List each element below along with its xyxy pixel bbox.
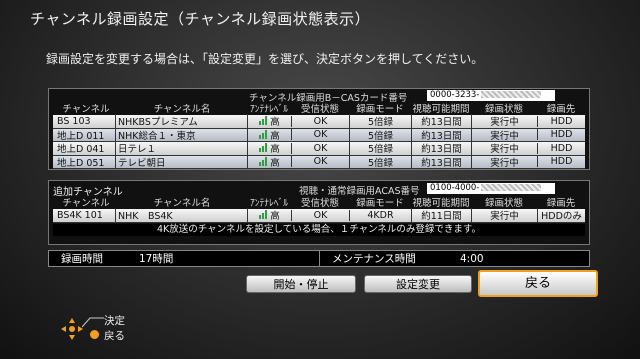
info-bar: 録画時間 17時間 メンテナンス時間 4:00 — [48, 250, 590, 267]
reception-status: OK — [291, 209, 349, 221]
rec-dest: HDD — [537, 142, 585, 154]
channel-name: NHKBSプレミアム — [115, 114, 247, 129]
col-antenna-level: ｱﾝﾃﾅﾚﾍﾞﾙ — [249, 104, 288, 115]
recording-time: 録画時間 17時間 — [49, 251, 319, 266]
back-key-icon — [90, 330, 99, 339]
col-rec-mode: 録画モード — [356, 104, 404, 115]
rec-dest: HDD — [537, 115, 585, 127]
reception-status: OK — [291, 115, 349, 127]
signal-bars-icon — [259, 116, 268, 126]
channel-name: NHK BS4K — [115, 208, 247, 223]
reception-status: OK — [291, 142, 349, 154]
reception-status: OK — [291, 156, 349, 168]
maint-label: メンテナンス時間 — [332, 253, 416, 265]
rec-status: 実行中 — [471, 114, 537, 129]
rec-time-value: 17時間 — [139, 253, 174, 265]
rec-status: 実行中 — [471, 154, 537, 169]
rec-time-label: 録画時間 — [61, 253, 103, 265]
table-row[interactable]: BS 103 NHKBSプレミアム 高 OK 5倍録 約13日間 実行中 HDD — [53, 114, 585, 129]
channel-number: 地上D 011 — [57, 130, 105, 142]
channel-number: 地上D 041 — [57, 144, 105, 156]
maint-value: 4:00 — [460, 252, 484, 265]
rec-mode: 5倍録 — [349, 114, 411, 129]
antenna-level: 高 — [247, 114, 291, 129]
col-channel-name: チャンネル名 — [153, 198, 211, 209]
channel-number: BS4K 101 — [57, 209, 103, 221]
col-channel: チャンネル — [62, 198, 110, 209]
rec-mode: 5倍録 — [349, 127, 411, 142]
masked-digits — [481, 91, 542, 98]
col-rec-status: 録画状態 — [484, 198, 523, 209]
table-header: チャンネル チャンネル名 ｱﾝﾃﾅﾚﾍﾞﾙ 受信状態 録画モード 視聴可能期間 … — [53, 196, 585, 209]
antenna-level: 高 — [247, 127, 291, 142]
acas-number: 0100-4000- — [427, 183, 555, 194]
rec-status: 実行中 — [471, 141, 537, 156]
maintenance-time: メンテナンス時間 4:00 — [319, 251, 589, 266]
dpad-icon — [61, 318, 83, 340]
additional-channel-table: 追加チャンネル 視聴・通常録画用ACAS番号 0100-4000- チャンネル … — [48, 180, 590, 245]
back-button[interactable]: 戻る — [478, 270, 598, 297]
col-view-period: 視聴可能期間 — [412, 104, 470, 115]
col-rec-dest: 録画先 — [546, 198, 576, 209]
confirm-label: 決定 — [104, 315, 125, 327]
col-reception: 受信状態 — [300, 104, 339, 115]
4k-note: 4K放送のチャンネルを設定している場合、１チャンネルのみ登録できます。 — [53, 224, 585, 236]
col-antenna-level: ｱﾝﾃﾅﾚﾍﾞﾙ — [249, 198, 288, 209]
col-channel-name: チャンネル名 — [153, 104, 211, 115]
col-rec-status: 録画状態 — [484, 104, 523, 115]
antenna-level: 高 — [247, 154, 291, 169]
channel-number: BS 103 — [57, 115, 91, 127]
table-row[interactable]: BS4K 101 NHK BS4K 高 OK 4KDR 約11日間 実行中 HD… — [53, 208, 585, 223]
table-header: チャンネル チャンネル名 ｱﾝﾃﾅﾚﾍﾞﾙ 受信状態 録画モード 視聴可能期間 … — [53, 102, 585, 115]
rec-mode: 5倍録 — [349, 154, 411, 169]
rec-mode: 4KDR — [349, 209, 411, 221]
rec-status: 実行中 — [471, 127, 537, 142]
pointer-line-icon — [82, 317, 104, 328]
view-period: 約11日間 — [411, 208, 471, 223]
bcas-number: 0000-3233- — [427, 90, 555, 101]
col-channel: チャンネル — [62, 104, 110, 115]
col-rec-dest: 録画先 — [546, 104, 576, 115]
channel-number: 地上D 051 — [57, 157, 105, 169]
rec-dest: HDDのみ — [537, 208, 585, 223]
signal-bars-icon — [259, 156, 268, 166]
view-period: 約13日間 — [411, 127, 471, 142]
rec-mode: 5倍録 — [349, 141, 411, 156]
view-period: 約13日間 — [411, 154, 471, 169]
back-label: 戻る — [104, 330, 125, 342]
channel-name: テレビ朝日 — [115, 154, 247, 169]
col-view-period: 視聴可能期間 — [412, 198, 470, 209]
reception-status: OK — [291, 129, 349, 141]
signal-bars-icon — [259, 129, 268, 139]
col-rec-mode: 録画モード — [356, 198, 404, 209]
masked-digits — [481, 184, 542, 191]
signal-bars-icon — [259, 210, 268, 220]
instruction-text: 録画設定を変更する場合は、「設定変更」を選び、決定ボタンを押してください。 — [46, 52, 484, 66]
start-stop-button[interactable]: 開始・停止 — [246, 275, 356, 293]
table-row[interactable]: 地上D 011 NHK総合１・東京 高 OK 5倍録 約13日間 実行中 HDD — [53, 127, 585, 142]
view-period: 約13日間 — [411, 141, 471, 156]
channel-recording-table: チャンネル録画用B－CASカード番号 0000-3233- チャンネル チャンネ… — [48, 88, 590, 170]
settings-change-button[interactable]: 設定変更 — [364, 275, 472, 293]
channel-name: 日テレ１ — [115, 141, 247, 156]
table-row[interactable]: 地上D 041 日テレ１ 高 OK 5倍録 約13日間 実行中 HDD — [53, 141, 585, 156]
rec-dest: HDD — [537, 156, 585, 168]
col-reception: 受信状態 — [300, 198, 339, 209]
signal-bars-icon — [259, 143, 268, 153]
rec-status: 実行中 — [471, 208, 537, 223]
rec-dest: HDD — [537, 129, 585, 141]
antenna-level: 高 — [247, 208, 291, 223]
antenna-level: 高 — [247, 141, 291, 156]
table-row[interactable]: 地上D 051 テレビ朝日 高 OK 5倍録 約13日間 実行中 HDD — [53, 154, 585, 169]
channel-name: NHK総合１・東京 — [115, 127, 247, 142]
view-period: 約13日間 — [411, 114, 471, 129]
page-title: チャンネル録画設定（チャンネル録画状態表示） — [30, 10, 371, 28]
